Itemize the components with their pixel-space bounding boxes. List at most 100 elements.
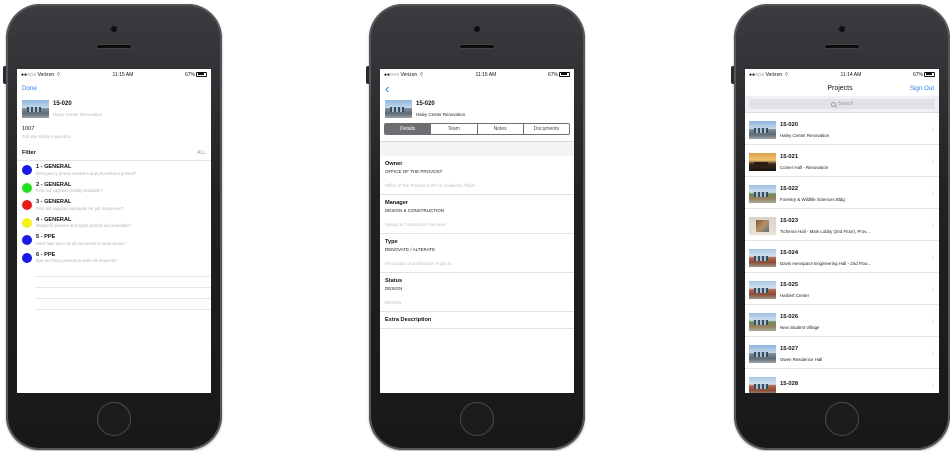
category-question: First aid supplies adequate for job manp… — [36, 205, 125, 211]
project-name: Comer Hall - Renovation — [780, 164, 829, 170]
category-row[interactable]: 6 - PPE Eye and face protection worn as r… — [17, 249, 211, 267]
project-thumbnail — [749, 376, 776, 393]
nav-bar: Done — [17, 80, 211, 96]
project-detail-screen: ●●○○○ Verizon ⌔ 11:15 AM 67% ‹ 15-020 Hal… — [380, 69, 574, 393]
project-thumbnail — [749, 216, 776, 235]
battery-icon — [559, 71, 570, 77]
detail-field: Owner OFFICE OF THE PROVOST Office of The … — [380, 156, 574, 195]
project-thumbnail — [385, 100, 412, 118]
project-number: 15-022 — [780, 185, 799, 192]
project-list-item[interactable]: 15-020 Haley Center Renovation › — [745, 113, 939, 145]
project-text: 15-024 Davis Aerospace Engineering Hall -… — [780, 249, 928, 267]
status-bar: ●●○○○ Verizon ⌔ 11:14 AM 67% — [745, 69, 939, 80]
project-list-item[interactable]: 15-022 Forestry & Wildlife Sciences Bldg › — [745, 177, 939, 209]
field-label: Status — [385, 278, 403, 284]
chevron-right-icon: › — [931, 158, 934, 165]
home-button[interactable] — [825, 402, 859, 436]
project-list-item[interactable]: 15-023 Tichenor Hall - Main Lobby (2nd Fl… — [745, 209, 939, 241]
project-name: New Student Village — [780, 324, 820, 330]
status-bar: ●●○○○ Verizon ⌔ 11:15 AM 67% — [380, 69, 574, 80]
detail-field: Type RENOVATE / ALTERATE Renovation and Al… — [380, 234, 574, 273]
wifi-icon: ⌔ — [419, 71, 424, 78]
battery-icon — [924, 71, 935, 77]
search-bar: Search — [745, 96, 939, 113]
project-list-item[interactable]: 15-021 Comer Hall - Renovation › — [745, 145, 939, 177]
inspection-screen: ●●○○○ Verizon ⌔ 11:15 AM 67% Done 15-020 … — [17, 69, 211, 393]
sign-out-button[interactable]: Sign Out — [910, 85, 934, 92]
speaker-grille — [824, 44, 860, 49]
chevron-right-icon: › — [931, 254, 934, 261]
project-header: 15-020 Haley Center Renovation — [17, 96, 211, 123]
tab-details[interactable]: Details — [385, 124, 431, 134]
project-list-item[interactable]: 15-024 Davis Aerospace Engineering Hall -… — [745, 241, 939, 273]
field-secondary: Office of The Provost & VP for Academic … — [385, 183, 476, 188]
project-list-item[interactable]: 15-026 New Student Village › — [745, 305, 939, 337]
detail-field: Extra Description — [380, 312, 574, 329]
phone-projects-list: ●●○○○ Verizon ⌔ 11:14 AM 67% Projects Sig… — [731, 4, 950, 450]
status-time: 11:15 AM — [475, 71, 497, 78]
inspection-code: 1007 Job site safety inspection — [17, 123, 211, 144]
category-question: Eye and face protection worn as required… — [36, 258, 117, 263]
category-row[interactable]: 4 - GENERAL Required posters and signs po… — [17, 214, 211, 232]
chevron-right-icon: › — [931, 126, 934, 133]
project-list-item[interactable]: 15-027 Owen Residence Hall › — [745, 337, 939, 369]
category-row[interactable]: 1 - GENERAL Emergency phone numbers and p… — [17, 161, 211, 179]
battery-status: 67% — [913, 72, 935, 78]
battery-icon — [196, 71, 207, 77]
project-name: Forestry & Wildlife Sciences Bldg — [780, 196, 845, 202]
carrier: ●●○○○ Verizon ⌔ — [384, 72, 424, 78]
chevron-left-icon[interactable]: ‹ — [385, 82, 389, 95]
category-row[interactable]: 3 - GENERAL First aid supplies adequate f… — [17, 196, 211, 214]
status-time: 11:15 AM — [112, 71, 134, 78]
segmented-tabs: Details Team Notes Documents — [384, 123, 570, 135]
project-thumbnail — [749, 248, 776, 267]
field-label: Extra Description — [385, 317, 432, 323]
category-text: 6 - PPE Eye and face protection worn as r… — [36, 252, 117, 265]
code-number: 1007 — [22, 126, 35, 132]
field-value: DESIGN & CONSTRUCTION — [385, 208, 445, 213]
project-number: 15-023 — [780, 217, 799, 224]
project-text: 15-025 Harbert Center — [780, 281, 928, 299]
project-list-item[interactable]: 15-028 › — [745, 369, 939, 393]
project-number: 15-020 — [780, 121, 799, 128]
front-camera — [473, 25, 481, 33]
category-text: 5 - PPE Hard hats worn by all personnel i… — [36, 234, 126, 247]
project-text: 15-028 — [780, 380, 928, 391]
home-button[interactable] — [97, 402, 131, 436]
category-color-dot — [22, 200, 32, 210]
category-question: First aid supplies readily available? — [36, 188, 103, 193]
search-input[interactable]: Search — [749, 99, 935, 109]
category-color-dot — [22, 165, 32, 175]
category-row[interactable]: 2 - GENERAL First aid supplies readily av… — [17, 179, 211, 197]
tab-notes[interactable]: Notes — [476, 124, 523, 134]
project-number: 15-027 — [780, 345, 799, 352]
project-text: 15-021 Comer Hall - Renovation — [780, 153, 928, 171]
filter-all-button[interactable]: ALL — [197, 150, 206, 156]
project-list: 15-020 Haley Center Renovation › 15-021 Come… — [745, 113, 939, 393]
phone-inspection: ●●○○○ Verizon ⌔ 11:15 AM 67% Done 15-020 … — [3, 4, 222, 450]
status-time: 11:14 AM — [840, 71, 862, 78]
project-list-item[interactable]: 15-025 Harbert Center › — [745, 273, 939, 305]
battery-status: 67% — [548, 72, 570, 78]
speaker-grille — [96, 44, 132, 49]
code-description: Job site safety inspection — [22, 134, 72, 139]
carrier-label: ●●○○○ Verizon — [384, 71, 418, 78]
wifi-icon: ⌔ — [56, 71, 61, 78]
carrier: ●●○○○ Verizon ⌔ — [749, 72, 789, 78]
tab-team[interactable]: Team — [430, 124, 477, 134]
tab-documents[interactable]: Documents — [522, 124, 569, 134]
project-number: 15-025 — [780, 281, 799, 288]
detail-field: Status DESIGN DESIGN — [380, 273, 574, 312]
field-value: DESIGN — [385, 286, 403, 291]
page-title: Projects — [827, 84, 853, 92]
category-color-dot — [22, 252, 32, 263]
home-button[interactable] — [460, 402, 494, 436]
project-text: 15-023 Tichenor Hall - Main Lobby (2nd Fl… — [780, 217, 928, 235]
chevron-right-icon: › — [931, 382, 934, 389]
category-row[interactable]: 5 - PPE Hard hats worn by all personnel i… — [17, 231, 211, 249]
project-number: 15-021 — [780, 153, 799, 160]
done-button[interactable]: Done — [22, 85, 37, 92]
search-placeholder: Search — [837, 101, 854, 107]
project-thumbnail — [749, 120, 776, 139]
wifi-icon: ⌔ — [784, 71, 789, 78]
